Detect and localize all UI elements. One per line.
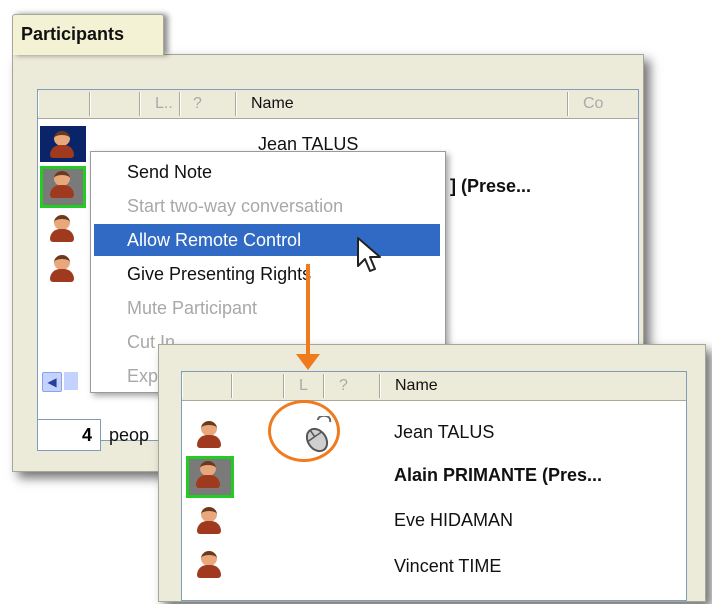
header-col-question[interactable]: ? bbox=[180, 92, 236, 116]
header-col-question[interactable]: ? bbox=[324, 374, 380, 398]
header-col-l[interactable]: L.. bbox=[140, 92, 180, 116]
avatar[interactable] bbox=[194, 420, 224, 450]
header-col-2[interactable] bbox=[90, 92, 140, 116]
tab-label: Participants bbox=[21, 24, 125, 44]
avatar[interactable] bbox=[47, 254, 77, 284]
arrow-connector bbox=[306, 264, 310, 358]
participant-name[interactable]: Eve HIDAMAN bbox=[394, 510, 513, 531]
avatar[interactable] bbox=[193, 460, 223, 490]
mouse-pointer-icon bbox=[356, 236, 384, 281]
avatar[interactable] bbox=[194, 550, 224, 580]
participant-name[interactable]: Vincent TIME bbox=[394, 556, 501, 577]
participant-name[interactable]: ] (Prese... bbox=[450, 176, 531, 197]
header-col-name[interactable]: Name bbox=[380, 374, 686, 398]
scroll-left-button[interactable]: ◀ bbox=[42, 372, 62, 392]
participant-name[interactable]: Alain PRIMANTE (Pres... bbox=[394, 465, 602, 486]
list-header: L ? Name bbox=[182, 372, 686, 401]
remote-control-highlight bbox=[268, 400, 340, 462]
avatar[interactable] bbox=[194, 506, 224, 536]
horizontal-scrollbar[interactable] bbox=[64, 372, 78, 390]
header-avatar-col[interactable] bbox=[182, 374, 232, 398]
participants-tab[interactable]: Participants bbox=[12, 14, 164, 55]
participant-name[interactable]: Jean TALUS bbox=[394, 422, 494, 443]
header-col-2[interactable] bbox=[232, 374, 284, 398]
header-col-co[interactable]: Co bbox=[568, 92, 638, 116]
participant-count: 4 bbox=[37, 419, 101, 451]
menu-item-allow-remote-control[interactable]: Allow Remote Control bbox=[94, 224, 440, 256]
header-avatar-col[interactable] bbox=[38, 92, 90, 116]
participants-list-result: L ? Name Jean TALUS Alain PRIMANTE (Pres… bbox=[181, 371, 687, 601]
list-header: L.. ? Name Co bbox=[38, 90, 638, 119]
avatar[interactable] bbox=[47, 130, 77, 160]
menu-item-give-presenting-rights[interactable]: Give Presenting Rights bbox=[91, 258, 445, 290]
avatar[interactable] bbox=[47, 214, 77, 244]
participants-panel-result: L ? Name Jean TALUS Alain PRIMANTE (Pres… bbox=[158, 344, 706, 602]
menu-item-send-note[interactable]: Send Note bbox=[91, 156, 445, 188]
menu-item-start-conversation[interactable]: Start two-way conversation bbox=[91, 190, 445, 222]
arrow-head-icon bbox=[296, 354, 320, 370]
participant-count-label: peop bbox=[109, 425, 150, 445]
menu-item-mute-participant[interactable]: Mute Participant bbox=[91, 292, 445, 324]
avatar[interactable] bbox=[47, 170, 77, 200]
header-col-l[interactable]: L bbox=[284, 374, 324, 398]
header-col-name[interactable]: Name bbox=[236, 92, 568, 116]
